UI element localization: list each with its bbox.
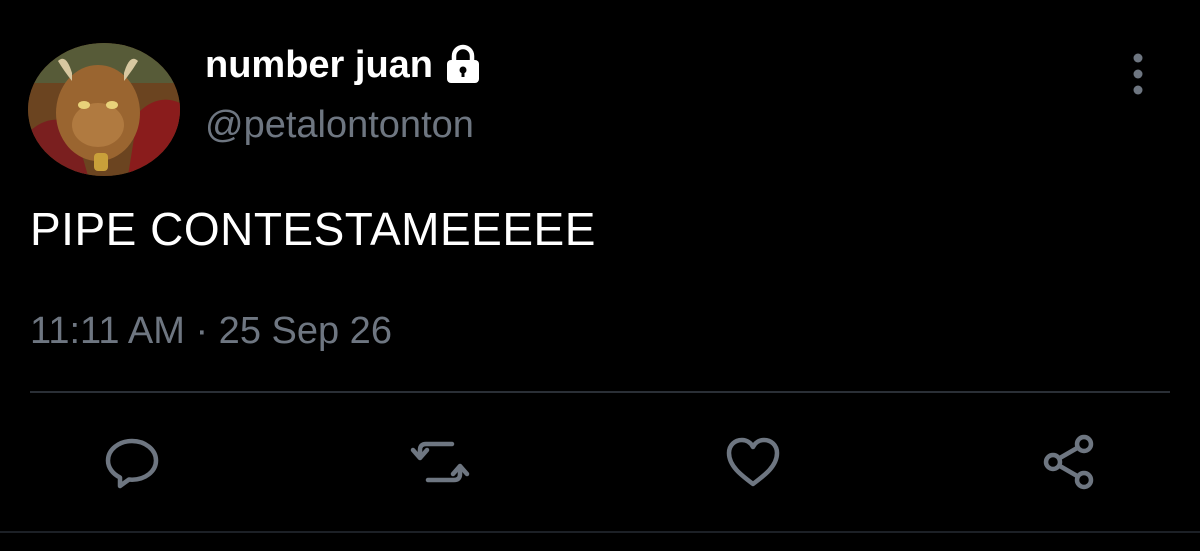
avatar[interactable]: [28, 43, 180, 176]
name-row: number juan: [205, 40, 483, 90]
tweet-text: PIPE CONTESTAMEEEEE: [30, 203, 596, 255]
bottom-divider: [0, 531, 1200, 533]
retweet-button[interactable]: [410, 432, 470, 492]
display-name[interactable]: number juan: [205, 44, 433, 87]
share-button[interactable]: [1040, 432, 1100, 492]
tweet-card: number juan @petalontonton PIPE CONTESTA…: [0, 0, 1200, 551]
user-handle[interactable]: @petalontonton: [205, 104, 483, 147]
tweet-timestamp[interactable]: 11:11 AM · 25 Sep 26: [30, 310, 392, 353]
reply-button[interactable]: [102, 432, 162, 492]
avatar-image: [28, 43, 180, 176]
like-button[interactable]: [723, 432, 783, 492]
share-icon: [1043, 434, 1094, 490]
retweet-icon: [410, 441, 470, 483]
reply-icon: [105, 438, 159, 489]
lock-icon: [443, 43, 483, 87]
more-vertical-icon[interactable]: [1124, 50, 1152, 98]
like-icon: [726, 437, 780, 487]
divider: [30, 391, 1170, 393]
user-info: number juan @petalontonton: [205, 40, 483, 147]
